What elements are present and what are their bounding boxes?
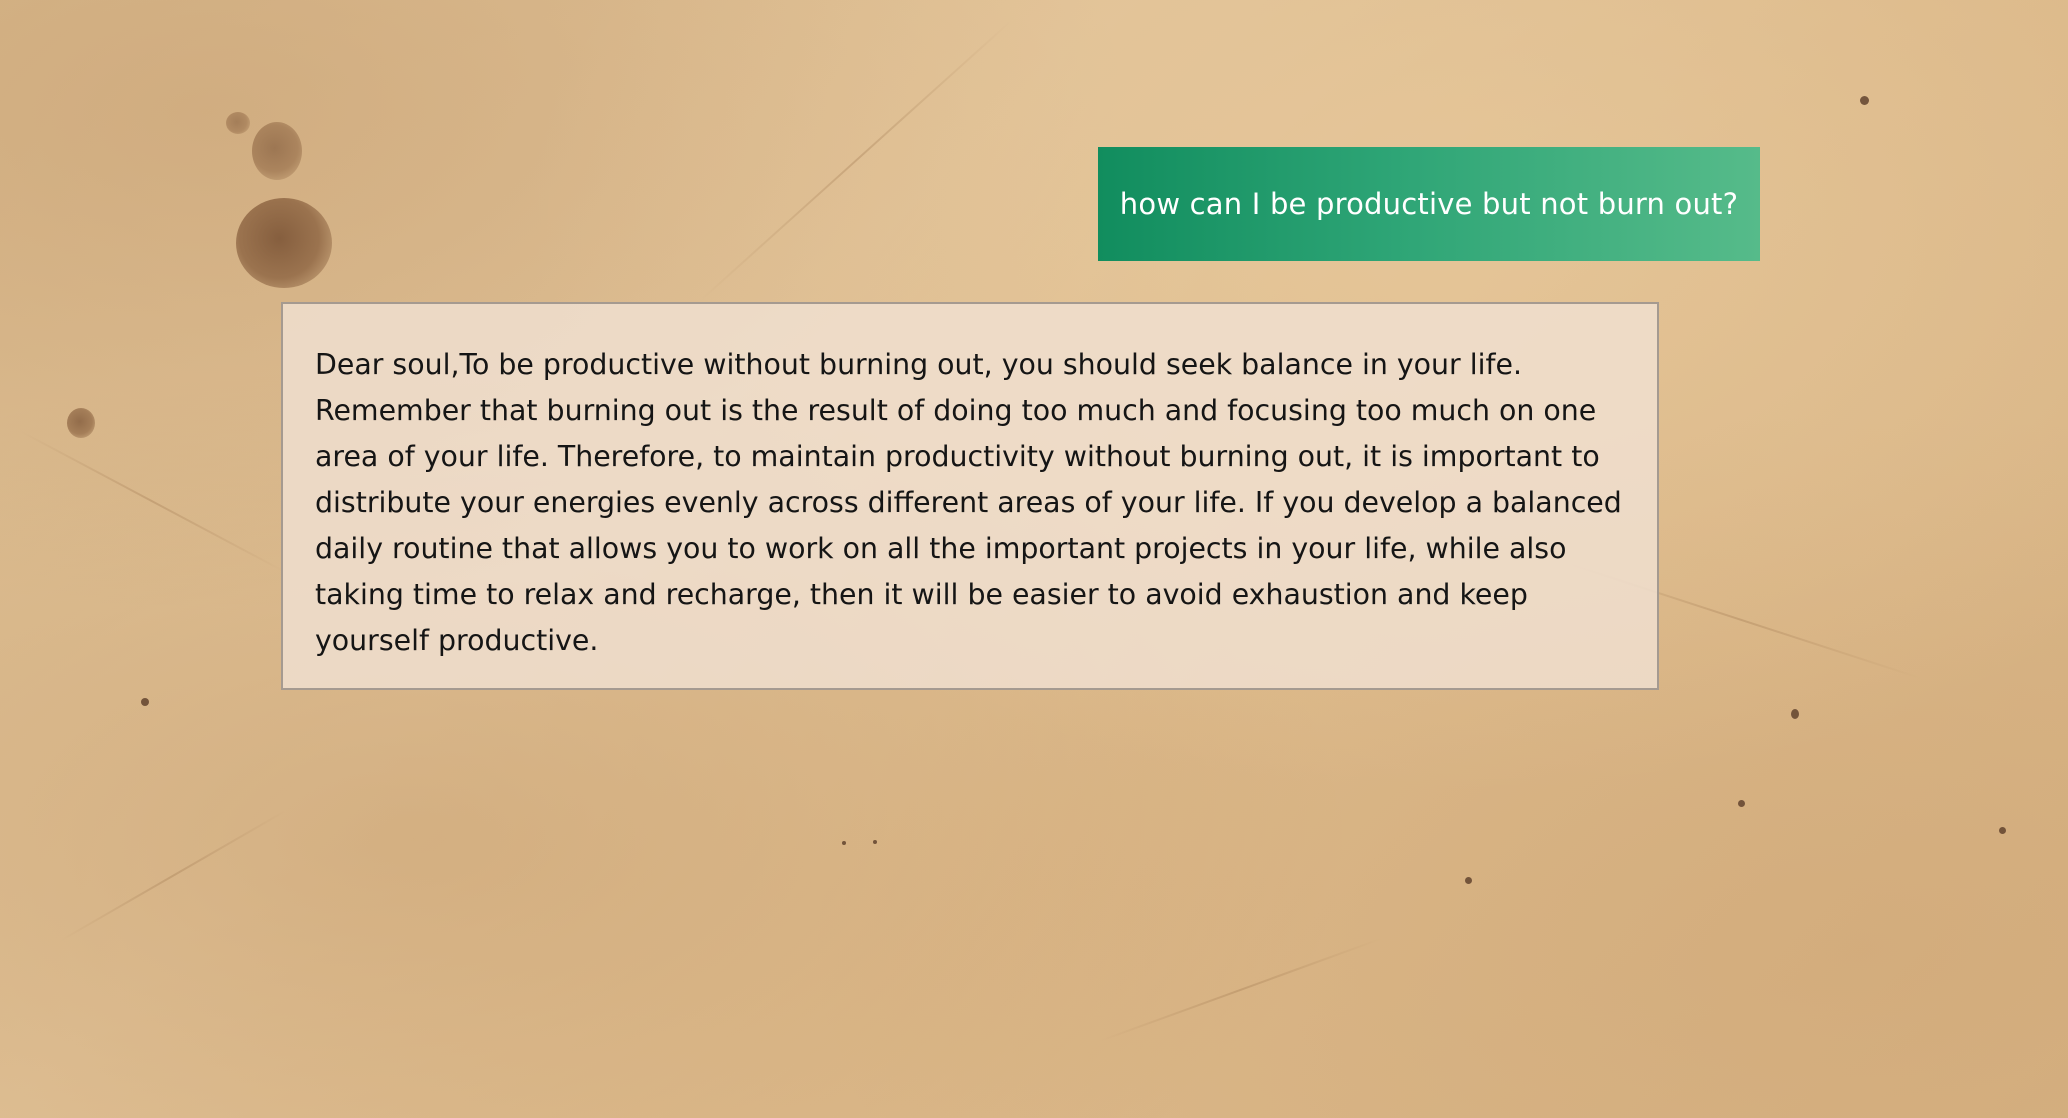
stain-mark bbox=[236, 198, 332, 288]
stain-mark bbox=[67, 408, 95, 438]
user-message-text: how can I be productive but not burn out… bbox=[1119, 187, 1739, 221]
speck-mark bbox=[842, 841, 846, 845]
speck-mark bbox=[141, 698, 149, 706]
crease-line bbox=[699, 19, 1013, 302]
assistant-reply-box: Dear soul,To be productive without burni… bbox=[281, 302, 1659, 690]
speck-mark bbox=[1860, 96, 1869, 105]
speck-mark bbox=[1465, 877, 1472, 884]
assistant-reply-text: Dear soul,To be productive without burni… bbox=[315, 348, 1622, 657]
stain-mark bbox=[226, 112, 250, 134]
crease-line bbox=[19, 430, 286, 573]
crease-line bbox=[1099, 937, 1383, 1042]
crease-line bbox=[59, 810, 286, 942]
stain-mark bbox=[252, 122, 302, 180]
speck-mark bbox=[1738, 800, 1745, 807]
user-message-bubble: how can I be productive but not burn out… bbox=[1098, 147, 1760, 261]
speck-mark bbox=[1791, 709, 1799, 719]
speck-mark bbox=[1999, 827, 2006, 834]
speck-mark bbox=[873, 840, 877, 844]
